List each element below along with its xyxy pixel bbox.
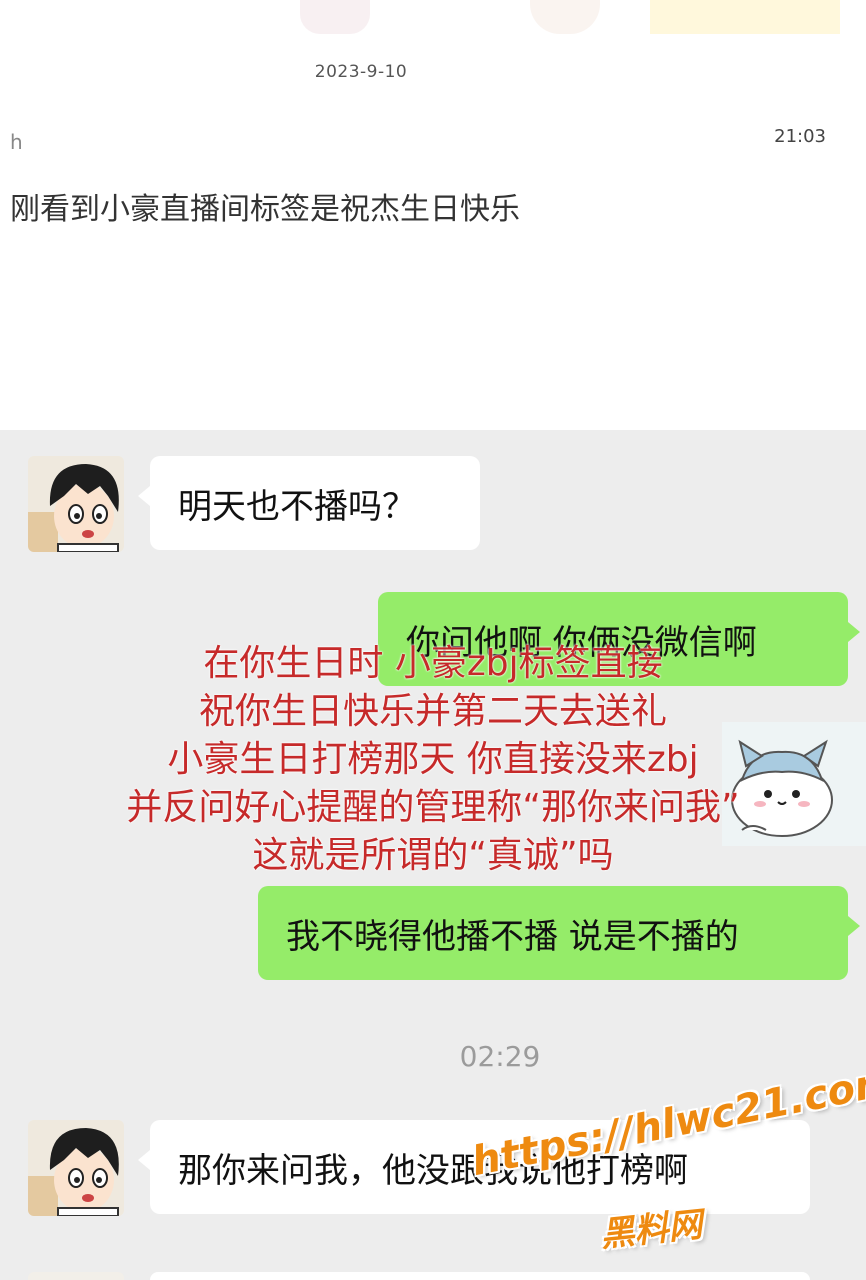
overlay-caption-line: 在你生日时 小豪zbj标签直接 — [203, 643, 663, 684]
overlay-caption-line: 这就是所谓的“真诚”吗 — [252, 835, 614, 876]
forwarded-message-screenshot: 2023-9-10 h 21:03 刚看到小豪直播间标签是祝杰生日快乐 — [0, 0, 866, 430]
cropped-message-bubble — [150, 1272, 810, 1280]
forwarded-message-text: 刚看到小豪直播间标签是祝杰生日快乐 — [10, 192, 520, 227]
cropped-avatar — [28, 1272, 124, 1280]
incoming-message-bubble[interactable]: 明天也不播吗？ — [138, 456, 480, 550]
cropped-sticker-fragment — [300, 0, 370, 34]
boy-avatar-icon — [28, 456, 124, 552]
boy-avatar[interactable] — [28, 456, 124, 552]
cropped-sticker-fragment — [530, 0, 600, 34]
message-time: 21:03 — [774, 126, 826, 147]
boy-avatar-icon — [28, 1120, 124, 1216]
overlay-caption: 在你生日时 小豪zbj标签直接 祝你生日快乐并第二天去送礼 小豪生日打榜那天 你… — [0, 640, 866, 880]
boy-avatar[interactable] — [28, 1120, 124, 1216]
cropped-sticker-fragment — [650, 0, 840, 34]
message-date: 2023-9-10 — [314, 62, 408, 82]
overlay-caption-line: 并反问好心提醒的管理称“那你来问我” — [126, 787, 740, 828]
overlay-caption-line: 小豪生日打榜那天 你直接没来zbj — [167, 739, 699, 780]
overlay-caption-line: 祝你生日快乐并第二天去送礼 — [198, 691, 667, 732]
chat-time-divider: 02:29 — [459, 1040, 541, 1073]
sender-name: h — [10, 130, 23, 154]
outgoing-message-bubble[interactable]: 我不晓得他播不播 说是不播的 — [258, 886, 860, 980]
